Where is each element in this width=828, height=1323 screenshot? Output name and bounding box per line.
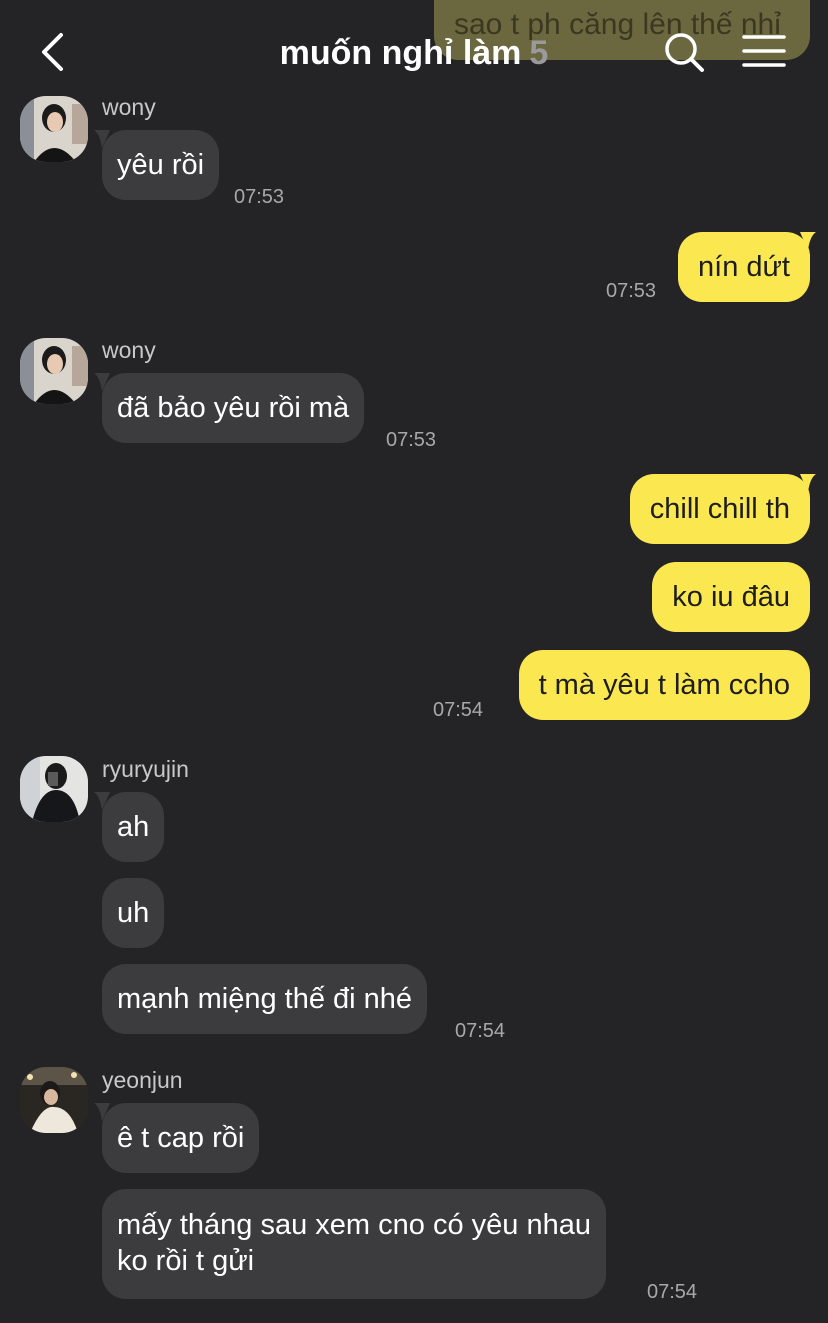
message-text: đã bảo yêu rồi mà — [117, 392, 350, 424]
sender-name: wony — [102, 337, 156, 363]
sender-name: ryuryujin — [102, 756, 189, 782]
message-text: yêu rồi — [117, 149, 205, 181]
bubble-tail — [94, 130, 110, 148]
message-timestamp: 07:53 — [234, 186, 285, 208]
bubble-tail — [94, 1103, 110, 1121]
message-text: ah — [117, 811, 150, 843]
message-text: ê t cap rồi — [117, 1122, 245, 1154]
profile-photo-icon — [20, 1067, 88, 1133]
message-timestamp: 07:54 — [433, 699, 484, 721]
outgoing-message-bubble[interactable]: nín dứt — [678, 232, 810, 302]
outgoing-message-bubble[interactable]: ko iu đâu — [652, 562, 810, 632]
menu-button[interactable] — [740, 32, 788, 72]
bubble-tail — [94, 373, 110, 391]
bubble-tail — [800, 232, 816, 250]
message-text-line: ko rồi t gửi — [117, 1245, 255, 1277]
incoming-message-bubble[interactable]: uh — [102, 878, 165, 948]
message-text: chill chill th — [649, 493, 790, 525]
search-button[interactable] — [662, 30, 706, 74]
avatar-yeonjun[interactable] — [20, 1067, 88, 1133]
sender-name: yeonjun — [102, 1067, 183, 1093]
profile-photo-icon — [20, 338, 88, 404]
incoming-message-bubble[interactable]: mạnh miệng thế đi nhé — [102, 964, 428, 1034]
incoming-message-bubble[interactable]: ê t cap rồi — [102, 1103, 260, 1173]
bubble-tail — [94, 792, 110, 810]
message-text: t mà yêu t làm ccho — [538, 669, 790, 701]
outgoing-message-bubble[interactable]: t mà yêu t làm ccho — [518, 650, 810, 720]
chat-screen: sao t ph căng lên thế nhỉ muốn nghỉ làm 5 — [0, 0, 828, 1323]
message-timestamp: 07:54 — [647, 1281, 698, 1303]
chat-header: muốn nghỉ làm 5 — [0, 0, 828, 100]
incoming-message-bubble[interactable]: đã bảo yêu rồi mà — [102, 373, 365, 443]
member-count: 5 — [529, 34, 549, 72]
message-timestamp: 07:54 — [455, 1020, 506, 1042]
message-text: nín dứt — [698, 251, 790, 283]
incoming-message-bubble[interactable]: ah — [102, 792, 165, 862]
hamburger-menu-icon — [742, 35, 786, 67]
message-timestamp: 07:53 — [386, 429, 437, 451]
message-text: ko iu đâu — [672, 581, 790, 613]
bubble-tail — [800, 474, 816, 492]
message-text: mạnh miệng thế đi nhé — [117, 983, 413, 1015]
chat-room-name: muốn nghỉ làm — [279, 34, 522, 72]
message-text: uh — [117, 897, 150, 929]
incoming-message-bubble[interactable]: yêu rồi — [102, 130, 220, 200]
incoming-message-bubble[interactable]: mấy tháng sau xem cno có yêu nhau ko rồi… — [102, 1189, 606, 1299]
avatar-wony[interactable] — [20, 338, 88, 404]
message-text-line: mấy tháng sau xem cno có yêu nhau — [117, 1209, 591, 1241]
message-timestamp: 07:53 — [606, 280, 657, 302]
profile-photo-icon — [20, 96, 88, 162]
search-icon — [665, 33, 704, 72]
outgoing-message-bubble[interactable]: chill chill th — [629, 474, 810, 544]
avatar-wony[interactable] — [20, 96, 88, 162]
profile-photo-icon — [20, 756, 88, 822]
avatar-ryuryujin[interactable] — [20, 756, 88, 822]
sender-name: wony — [102, 94, 156, 120]
